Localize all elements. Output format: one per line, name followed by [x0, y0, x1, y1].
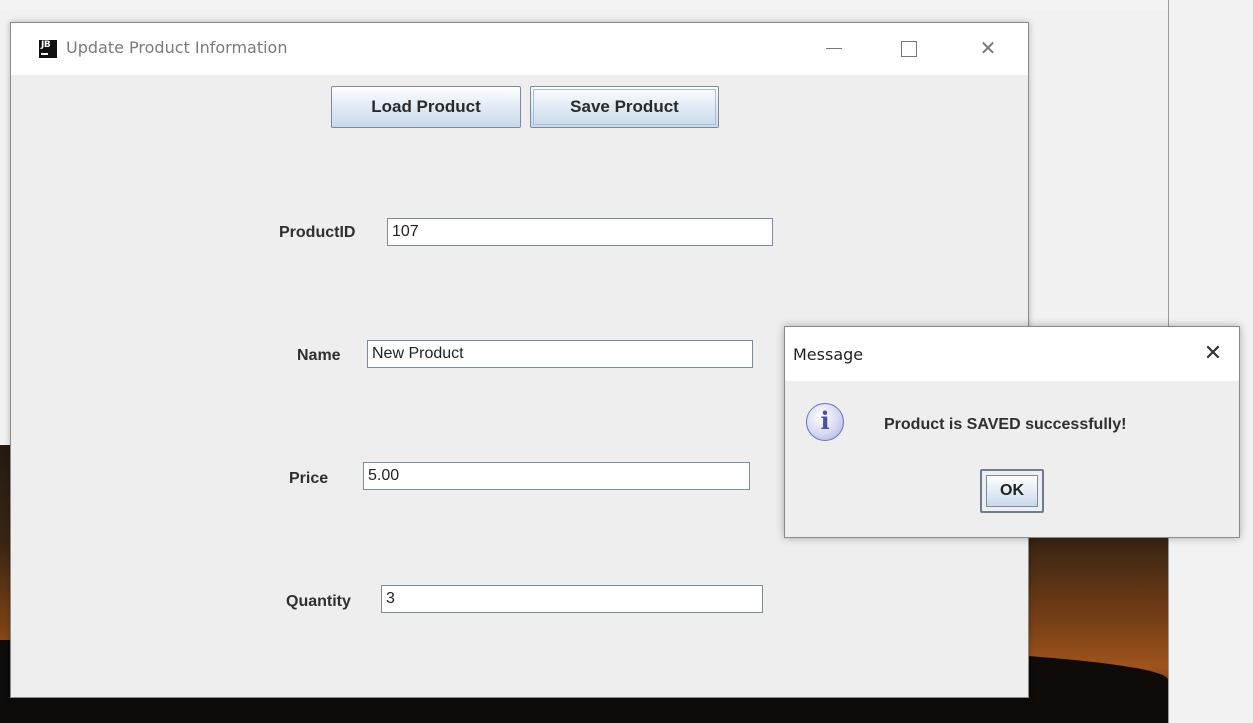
- dialog-titlebar[interactable]: Message ✕: [785, 327, 1239, 381]
- close-icon: ✕: [1203, 341, 1223, 366]
- save-product-button[interactable]: Save Product: [530, 86, 719, 128]
- desktop-top-strip: [0, 0, 1168, 10]
- desktop: JB Update Product Information ✕ Load Pro…: [0, 0, 1253, 723]
- close-icon: ✕: [979, 36, 997, 60]
- dialog-close-button[interactable]: ✕: [1195, 339, 1231, 369]
- window-title: Update Product Information: [66, 38, 288, 57]
- window-titlebar[interactable]: JB Update Product Information ✕: [11, 23, 1028, 75]
- product-id-label: ProductID: [279, 224, 356, 241]
- message-dialog: Message ✕ i Product is SAVED successfull…: [784, 326, 1240, 538]
- info-icon: i: [806, 403, 844, 441]
- java-app-icon: JB: [39, 40, 57, 58]
- name-label: Name: [297, 347, 341, 364]
- ok-button-label: OK: [986, 475, 1038, 507]
- quantity-label: Quantity: [286, 593, 351, 610]
- ok-button[interactable]: OK: [980, 469, 1044, 513]
- maximize-button[interactable]: [888, 33, 928, 63]
- price-label: Price: [289, 470, 329, 487]
- close-button[interactable]: ✕: [968, 33, 1008, 63]
- dialog-title: Message: [793, 345, 864, 364]
- price-input[interactable]: 5.00: [363, 462, 750, 490]
- product-id-input[interactable]: 107: [387, 218, 773, 246]
- minimize-button[interactable]: [814, 33, 854, 63]
- dialog-message: Product is SAVED successfully!: [884, 416, 1127, 433]
- name-input[interactable]: New Product: [367, 340, 753, 368]
- load-product-button[interactable]: Load Product: [331, 86, 521, 128]
- minimize-icon: [826, 48, 842, 49]
- quantity-input[interactable]: 3: [381, 585, 763, 613]
- maximize-icon: [901, 41, 917, 57]
